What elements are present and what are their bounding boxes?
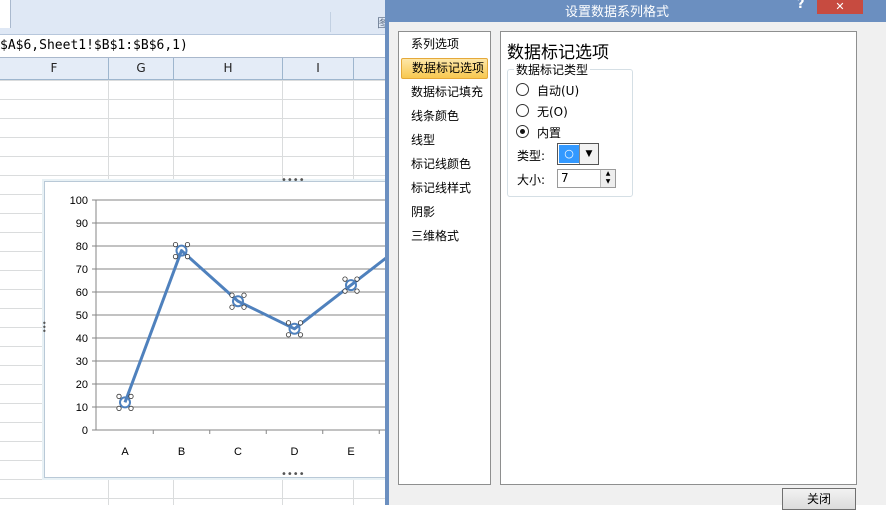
selection-handle bbox=[241, 304, 247, 310]
selection-handle bbox=[229, 292, 235, 298]
selection-handle bbox=[184, 241, 191, 248]
chart-plot: 0 10 20 30 40 50 60 70 80 90 100 A B C D E bbox=[70, 195, 437, 458]
y-tick-label: 70 bbox=[76, 264, 88, 276]
size-label: 大小: bbox=[517, 173, 546, 187]
column-header-g[interactable]: G bbox=[109, 58, 174, 79]
selection-handle bbox=[342, 276, 348, 282]
chart-resize-handle-top[interactable]: •••• bbox=[281, 176, 305, 186]
x-tick-label: C bbox=[234, 446, 242, 458]
spinner-arrows-icon[interactable]: ▲ ▼ bbox=[600, 170, 615, 187]
column-header-h[interactable]: H bbox=[174, 58, 283, 79]
close-button[interactable]: 关闭 bbox=[782, 488, 856, 510]
selection-handle bbox=[297, 320, 304, 326]
chart-resize-handle-bottom[interactable]: •••• bbox=[281, 470, 305, 480]
x-tick-label: E bbox=[347, 446, 354, 458]
chevron-down-icon[interactable]: ▼ bbox=[579, 144, 598, 164]
nav-item-3d-format[interactable]: 三维格式 bbox=[401, 226, 488, 247]
y-tick-label: 40 bbox=[76, 333, 88, 345]
selection-handle bbox=[285, 320, 292, 326]
format-data-series-dialog: 设置数据系列格式 ? ✕ 系列选项 数据标记选项 数据标记填充 线条颜色 线型 … bbox=[385, 0, 886, 510]
line-chart[interactable]: •••• •••• • • • 0 10 20 30 40 50 60 70 80 90 100 A B C D… bbox=[42, 176, 437, 480]
marker-size-spinner[interactable]: 7 ▲ ▼ bbox=[557, 169, 616, 188]
selection-handle bbox=[172, 254, 179, 260]
selection-handle bbox=[229, 304, 235, 310]
y-tick-label: 50 bbox=[76, 310, 88, 322]
y-tick-label: 20 bbox=[76, 379, 88, 391]
nav-item-marker-line-color[interactable]: 标记线颜色 bbox=[401, 154, 488, 175]
selection-handle bbox=[241, 292, 247, 298]
ribbon-group: 图 bbox=[330, 12, 391, 32]
radio-none[interactable] bbox=[516, 104, 529, 117]
selection-handle bbox=[128, 393, 134, 399]
marker-type-dropdown[interactable]: ○ ▼ bbox=[557, 143, 599, 165]
y-tick-label: 100 bbox=[70, 195, 88, 207]
ribbon: 图 bbox=[0, 0, 390, 35]
selection-handle bbox=[354, 288, 360, 294]
y-tick-label: 80 bbox=[76, 241, 88, 253]
y-tick-label: 60 bbox=[76, 287, 88, 299]
chart-resize-handle-left[interactable]: • • • bbox=[42, 320, 47, 336]
column-header-f[interactable]: F bbox=[0, 58, 109, 79]
y-tick-label: 0 bbox=[82, 425, 88, 437]
dialog-title: 设置数据系列格式 bbox=[565, 5, 670, 20]
selection-handle bbox=[342, 288, 348, 294]
ribbon-group-edge bbox=[0, 0, 11, 28]
type-label: 类型: bbox=[517, 149, 546, 163]
y-tick-label: 30 bbox=[76, 356, 88, 368]
panel-title: 数据标记选项 bbox=[507, 43, 609, 63]
circle-marker-icon: ○ bbox=[559, 145, 579, 163]
nav-item-line-color[interactable]: 线条颜色 bbox=[401, 106, 488, 127]
marker-size-value[interactable]: 7 bbox=[561, 171, 569, 185]
category-list: 系列选项 数据标记选项 数据标记填充 线条颜色 线型 标记线颜色 标记线样式 阴… bbox=[398, 31, 491, 485]
selection-handle bbox=[297, 332, 304, 338]
selection-handle bbox=[354, 276, 360, 282]
formula-bar[interactable]: $A$6,Sheet1!$B$1:$B$6,1) bbox=[0, 35, 390, 58]
selection-handle bbox=[116, 405, 122, 411]
nav-item-shadow[interactable]: 阴影 bbox=[401, 202, 488, 223]
selection-handle bbox=[285, 332, 292, 338]
radio-builtin-label[interactable]: 内置 bbox=[537, 124, 561, 141]
nav-item-line-style[interactable]: 线型 bbox=[401, 130, 488, 151]
marker-type-group-label: 数据标记类型 bbox=[514, 61, 591, 78]
help-button[interactable]: ? bbox=[797, 0, 805, 12]
y-tick-label: 10 bbox=[76, 402, 88, 414]
selection-handle bbox=[116, 393, 122, 399]
options-panel: 数据标记选项 数据标记类型 自动(U) 无(O) 内置 类型: ○ ▼ 大小: … bbox=[500, 31, 857, 485]
dialog-titlebar[interactable]: 设置数据系列格式 ? ✕ bbox=[385, 0, 886, 22]
nav-item-marker-fill[interactable]: 数据标记填充 bbox=[401, 82, 488, 103]
column-header-row: F G H I bbox=[0, 58, 390, 80]
radio-automatic-label[interactable]: 自动(U) bbox=[537, 82, 579, 99]
nav-item-marker-options[interactable]: 数据标记选项 bbox=[401, 58, 488, 79]
x-tick-label: B bbox=[178, 446, 185, 458]
radio-automatic[interactable] bbox=[516, 83, 529, 96]
dialog-body: 系列选项 数据标记选项 数据标记填充 线条颜色 线型 标记线颜色 标记线样式 阴… bbox=[389, 22, 886, 510]
x-tick-label: A bbox=[121, 446, 129, 458]
formula-text[interactable]: $A$6,Sheet1!$B$1:$B$6,1) bbox=[0, 38, 188, 53]
radio-none-label[interactable]: 无(O) bbox=[537, 103, 568, 120]
selection-handle bbox=[128, 405, 134, 411]
series-line bbox=[123, 240, 409, 403]
column-header-i[interactable]: I bbox=[283, 58, 354, 79]
x-tick-label: D bbox=[291, 446, 299, 458]
selection-handle bbox=[172, 241, 179, 248]
selection-handle bbox=[184, 254, 191, 260]
radio-builtin[interactable] bbox=[516, 125, 529, 138]
nav-item-marker-line-style[interactable]: 标记线样式 bbox=[401, 178, 488, 199]
nav-item-series-options[interactable]: 系列选项 bbox=[401, 34, 488, 55]
close-x-button[interactable]: ✕ bbox=[817, 0, 863, 14]
y-tick-label: 90 bbox=[76, 218, 88, 230]
